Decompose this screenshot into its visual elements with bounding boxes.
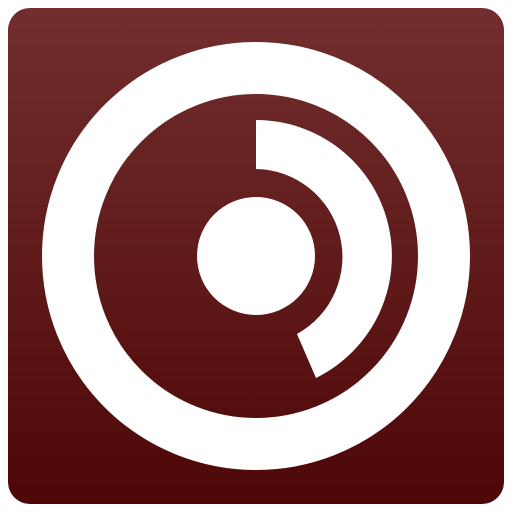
center-dot [197, 197, 315, 315]
circular-gauge-icon [8, 8, 504, 504]
app-icon[interactable] [8, 8, 504, 504]
icon-canvas [0, 0, 512, 512]
